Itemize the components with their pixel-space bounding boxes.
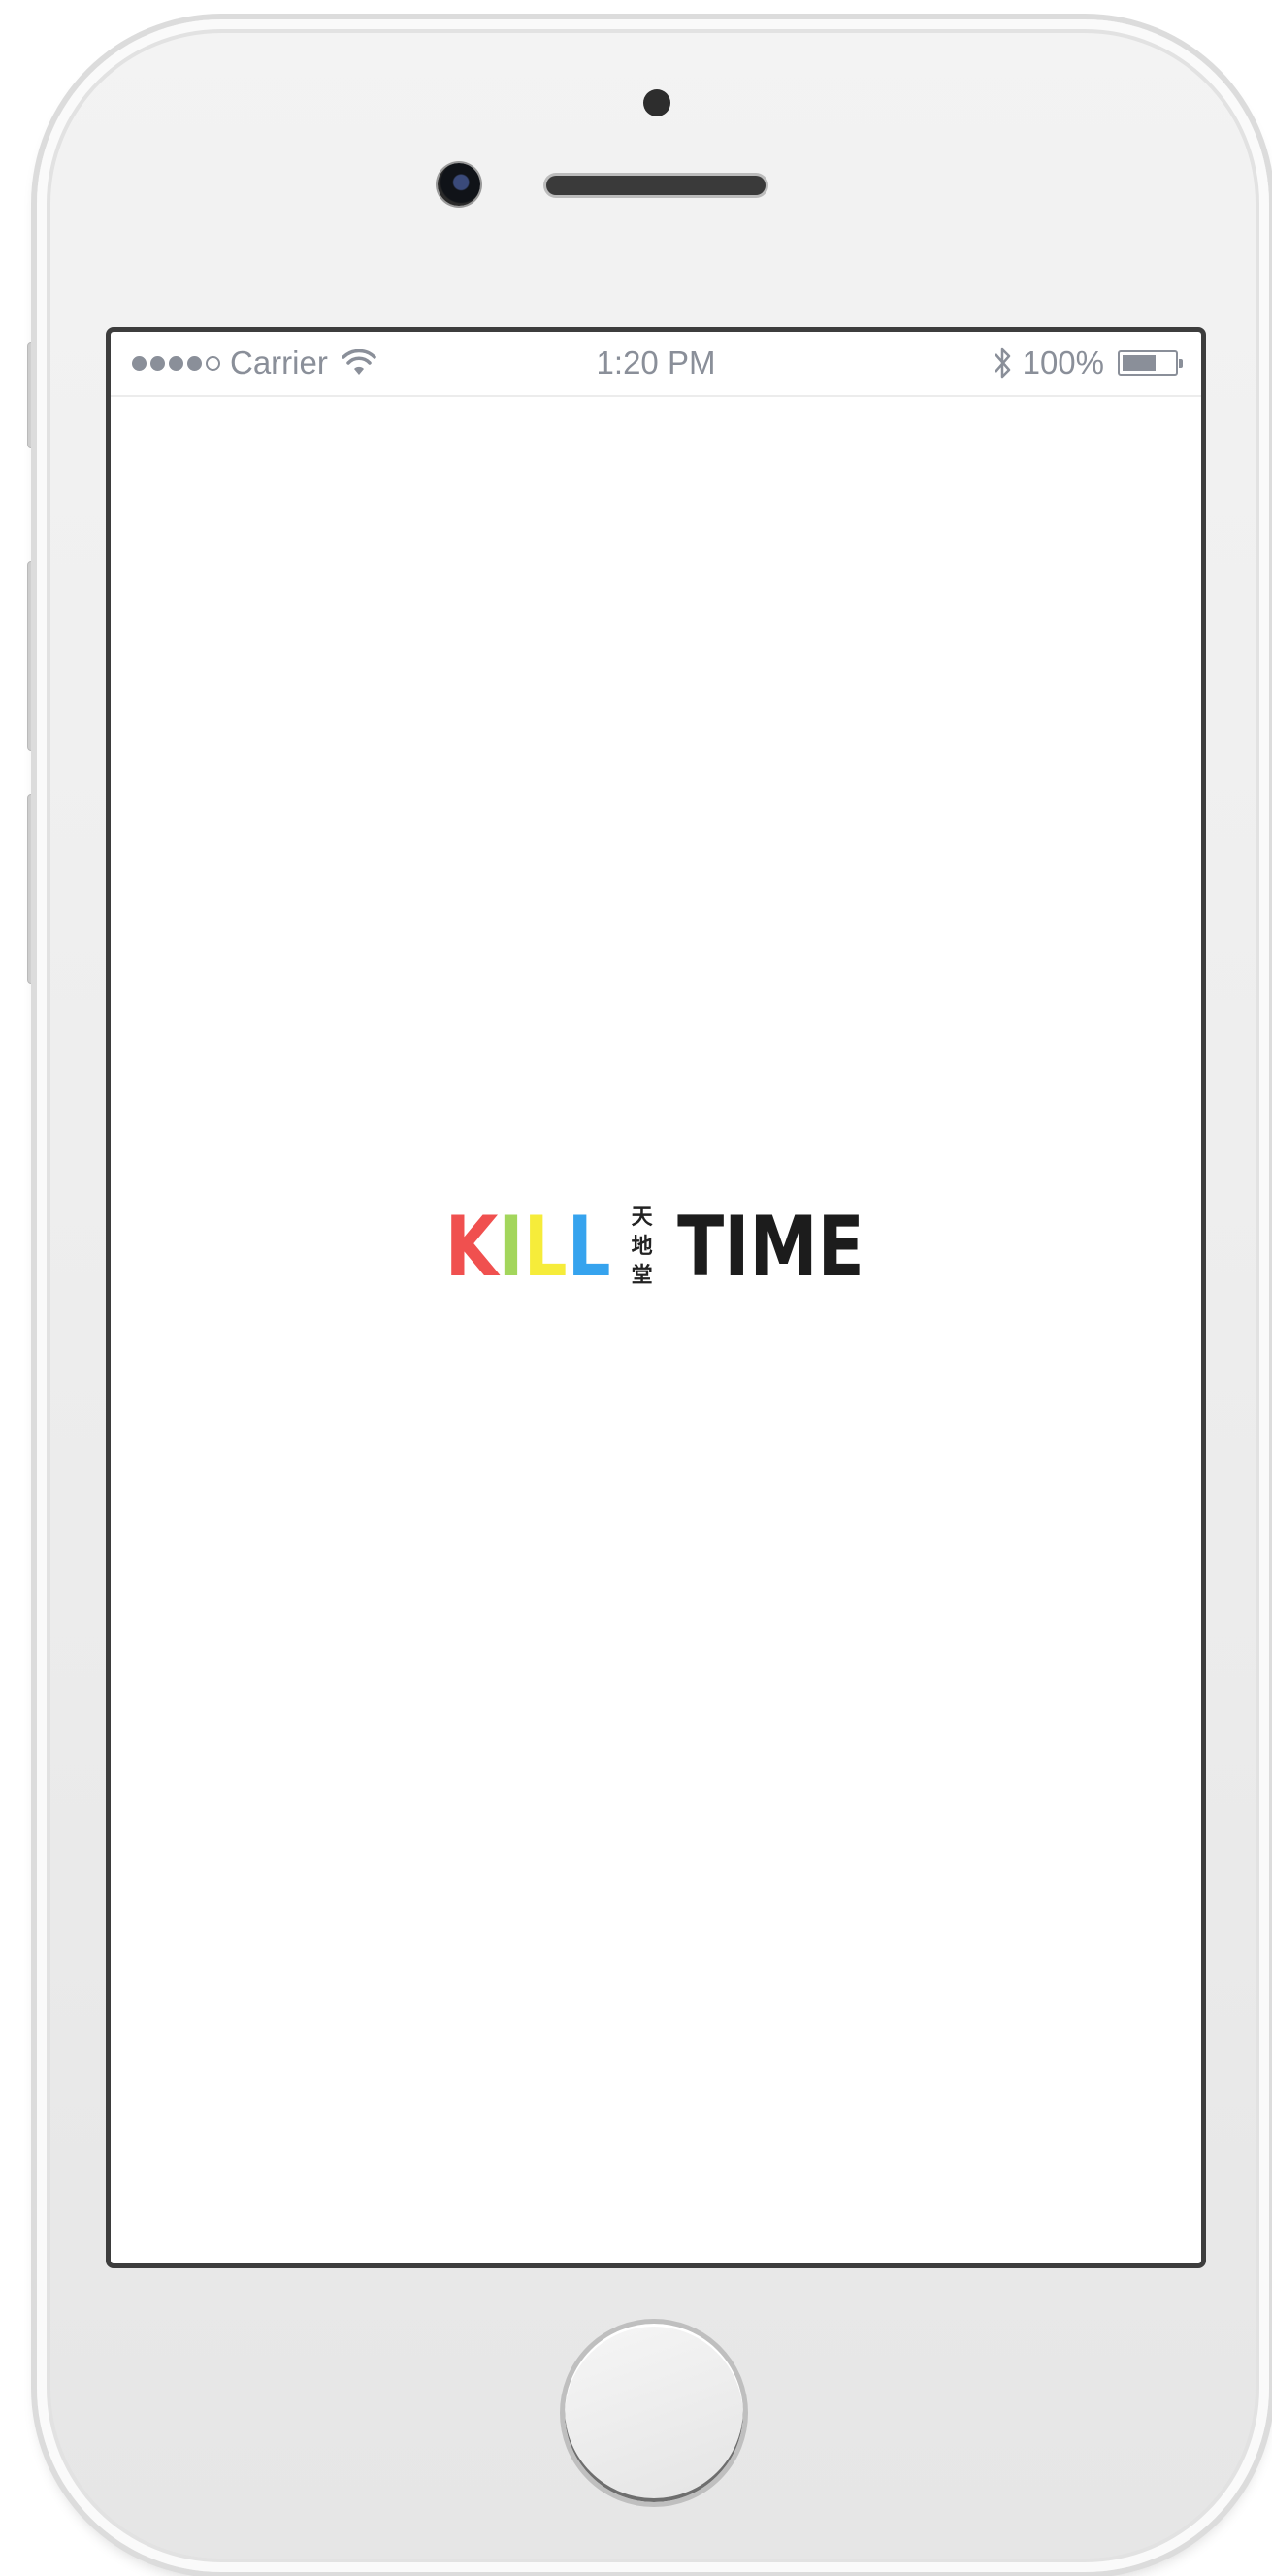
- logo-letter-l2: L: [567, 1199, 611, 1296]
- logo-cn-char-1: 天: [631, 1205, 653, 1230]
- logo-letter-k: K: [445, 1199, 499, 1296]
- earpiece-speaker: [546, 176, 766, 195]
- battery-percent: 100%: [1022, 345, 1104, 380]
- proximity-sensor: [643, 89, 670, 116]
- killtime-logo: K I L L 天 地 堂 TIME: [111, 1194, 1201, 1301]
- logo-cn-char-3: 堂: [631, 1264, 653, 1288]
- battery-icon: [1118, 350, 1183, 376]
- battery-nub: [1179, 359, 1183, 368]
- bluetooth-icon: [994, 347, 1010, 379]
- status-right: 100%: [992, 344, 1183, 382]
- logo-kill: K I L L: [445, 1205, 611, 1289]
- phone-screen: Carrier 1:20 PM 100% K I L L 天 地 堂 TIME: [106, 327, 1206, 2268]
- device-stage: Carrier 1:20 PM 100% K I L L 天 地 堂 TIME: [0, 0, 1272, 2576]
- logo-letter-i: I: [498, 1199, 524, 1296]
- logo-time: TIME: [676, 1199, 864, 1296]
- logo-cn-char-2: 地: [631, 1235, 653, 1259]
- status-bar: Carrier 1:20 PM 100%: [111, 332, 1201, 397]
- home-button[interactable]: [560, 2319, 748, 2507]
- front-camera: [438, 163, 480, 206]
- logo-letter-l1: L: [523, 1199, 568, 1296]
- logo-chinese-vertical: 天 地 堂: [632, 1201, 653, 1294]
- battery-fill: [1123, 355, 1156, 371]
